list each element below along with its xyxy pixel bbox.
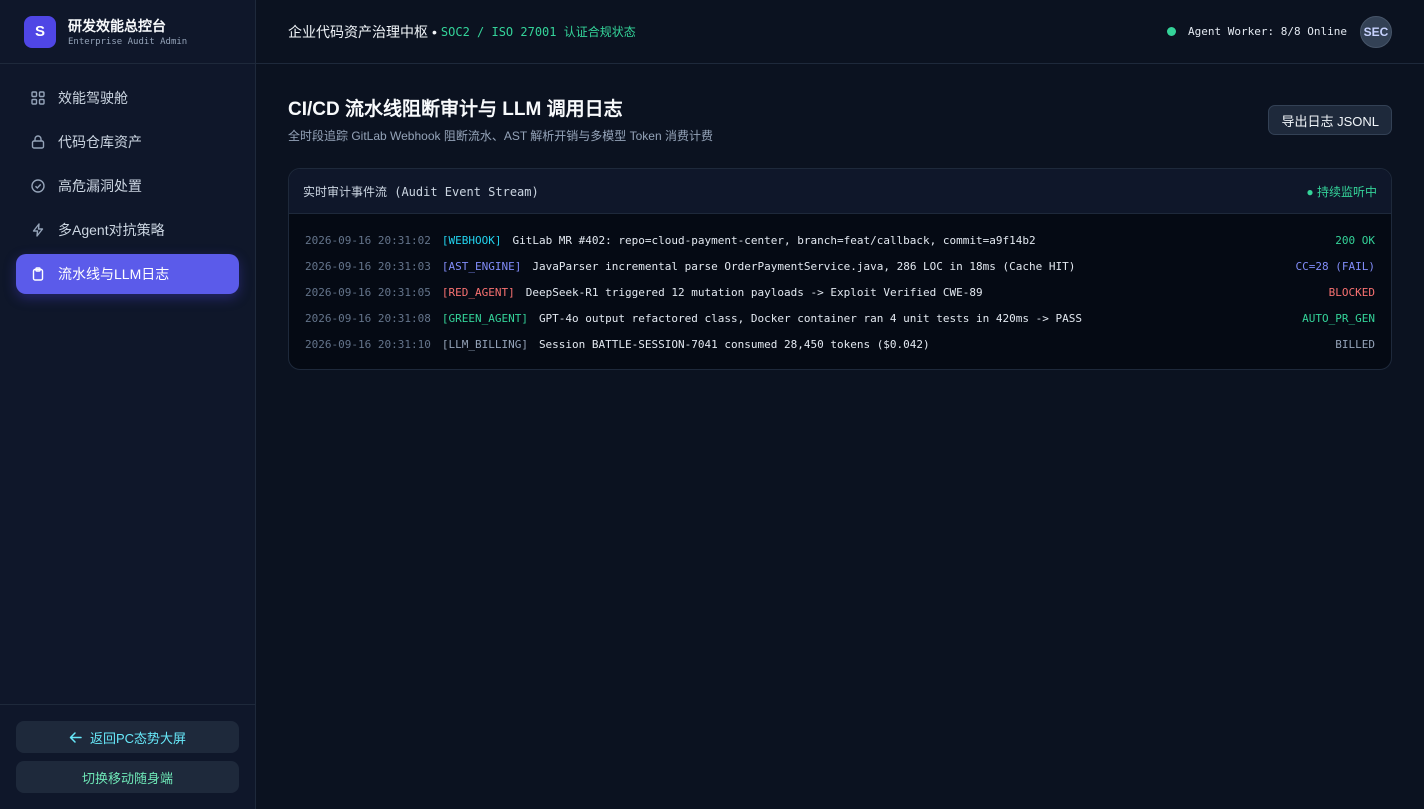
log-timestamp: 2026-09-16 20:31:05 [305,285,431,299]
panel-title: 实时审计事件流 (Audit Event Stream) [303,184,539,199]
log-source: [WEBHOOK] [441,233,502,247]
log-message: Session BATTLE-SESSION-7041 consumed 28,… [538,337,930,351]
log-source: [AST_ENGINE] [441,259,522,273]
repository-icon [30,134,46,150]
back-to-dashboard-label: 返回PC态势大屏 [89,730,187,746]
topbar: 企业代码资产治理中枢 • SOC2 / ISO 27001 认证合规状态 Age… [256,0,1424,64]
log-row[interactable]: 2026-09-16 20:31:08 [GREEN_AGENT] GPT-4o… [305,305,1375,331]
switch-mobile-label: 切换移动随身端 [81,770,173,786]
log-list: 2026-09-16 20:31:02 [WEBHOOK] GitLab MR … [289,214,1391,369]
brand-title: 研发效能总控台 [68,17,166,34]
compliance-status: SOC2 / ISO 27001 认证合规状态 [440,25,636,39]
log-timestamp: 2026-09-16 20:31:10 [305,337,431,351]
brand: S 研发效能总控台 Enterprise Audit Admin [0,0,255,64]
back-to-dashboard-button[interactable]: 返回PC态势大屏 [16,721,239,753]
brand-logo[interactable]: S [24,15,56,48]
page-header: CI/CD 流水线阻断审计与 LLM 调用日志 全时段追踪 GitLab Web… [288,96,1392,168]
sidebar-item-label: 效能驾驶舱 [58,90,128,106]
sidebar-nav: 效能驾驶舱 代码仓库资产 高危漏洞处置 多Agent对抗策略 流水线与LLM日志 [0,64,255,312]
log-source: [LLM_BILLING] [441,337,528,351]
sidebar: S 研发效能总控台 Enterprise Audit Admin 效能驾驶舱 代… [0,0,256,809]
arrow-left-icon [69,731,82,744]
log-timestamp: 2026-09-16 20:31:02 [305,233,431,247]
sidebar-item-pipeline-logs[interactable]: 流水线与LLM日志 [16,254,239,294]
page-subtitle: 全时段追踪 GitLab Webhook 阻断流水、AST 解析开销与多模型 T… [288,129,713,143]
panel-header: 实时审计事件流 (Audit Event Stream) ● 持续监听中 [289,169,1391,214]
sidebar-item-repositories[interactable]: 代码仓库资产 [16,122,239,162]
sidebar-item-label: 高危漏洞处置 [58,178,142,194]
sidebar-item-label: 流水线与LLM日志 [58,266,170,282]
main-content: CI/CD 流水线阻断审计与 LLM 调用日志 全时段追踪 GitLab Web… [288,96,1392,370]
log-result: 200 OK [1335,233,1375,247]
sidebar-footer: 返回PC态势大屏 切换移动随身端 [0,704,255,809]
brand-subtitle: Enterprise Audit Admin [68,36,188,47]
grid-icon [30,90,46,106]
log-row[interactable]: 2026-09-16 20:31:05 [RED_AGENT] DeepSeek… [305,279,1375,305]
sidebar-item-vulnerabilities[interactable]: 高危漏洞处置 [16,166,239,206]
worker-status: Agent Worker: 8/8 Online [1188,25,1347,38]
log-timestamp: 2026-09-16 20:31:03 [305,259,431,273]
log-message: GPT-4o output refactored class, Docker c… [538,311,1082,325]
log-result: CC=28 (FAIL) [1295,259,1375,273]
log-message: DeepSeek-R1 triggered 12 mutation payloa… [525,285,983,299]
lightning-icon [30,222,46,238]
switch-mobile-button[interactable]: 切换移动随身端 [16,761,239,793]
export-jsonl-button[interactable]: 导出日志 JSONL [1268,105,1392,135]
clipboard-icon [30,266,46,282]
log-source: [GREEN_AGENT] [441,311,528,325]
check-circle-icon [30,178,46,194]
log-row[interactable]: 2026-09-16 20:31:02 [WEBHOOK] GitLab MR … [305,227,1375,253]
log-message: GitLab MR #402: repo=cloud-payment-cente… [512,233,1036,247]
log-source: [RED_AGENT] [441,285,515,299]
log-row[interactable]: 2026-09-16 20:31:10 [LLM_BILLING] Sessio… [305,331,1375,357]
top-separator: • [432,23,437,40]
online-status-dot [1167,27,1177,36]
page-title: CI/CD 流水线阻断审计与 LLM 调用日志 [288,99,623,120]
log-result: AUTO_PR_GEN [1302,311,1375,325]
sidebar-item-label: 多Agent对抗策略 [58,222,165,238]
avatar[interactable]: SEC [1360,15,1392,48]
listening-status: ● 持续监听中 [1306,184,1377,199]
audit-event-panel: 实时审计事件流 (Audit Event Stream) ● 持续监听中 202… [288,168,1392,370]
log-timestamp: 2026-09-16 20:31:08 [305,311,431,325]
log-result: BLOCKED [1328,285,1375,299]
log-result: BILLED [1335,337,1375,351]
log-row[interactable]: 2026-09-16 20:31:03 [AST_ENGINE] JavaPar… [305,253,1375,279]
sidebar-item-label: 代码仓库资产 [58,134,142,150]
top-title: 企业代码资产治理中枢 [288,23,428,40]
sidebar-item-agent-strategy[interactable]: 多Agent对抗策略 [16,210,239,250]
log-message: JavaParser incremental parse OrderPaymen… [532,259,1076,273]
sidebar-item-dashboard[interactable]: 效能驾驶舱 [16,78,239,118]
